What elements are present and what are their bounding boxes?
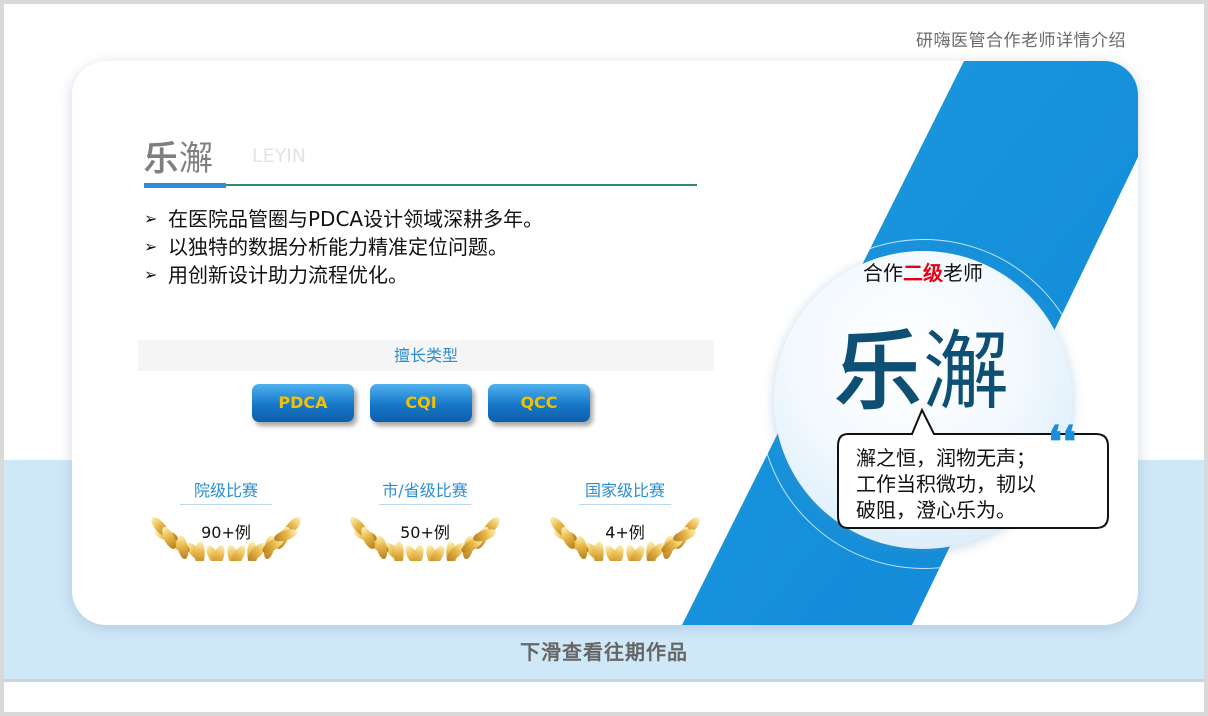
award-hospital-level: 院级比赛 90+例 <box>136 453 316 561</box>
slide: 研嗨医管合作老师详情介绍 乐澥 LEYIN ➢ 在医院品管圈与PDCA设计领域深耕… <box>4 4 1204 712</box>
teacher-level-highlight: 二级 <box>903 261 943 285</box>
laurel-leaf <box>194 541 205 561</box>
laurel-leaf <box>593 541 604 561</box>
award-count: 50+例 <box>400 523 450 542</box>
quote-line: 工作当积微功，韧以 <box>856 472 1036 496</box>
quote-speech-bubble: 澥之恒，润物无声； 工作当积微功，韧以 破阻，澄心乐为。 <box>837 407 1109 529</box>
award-national-level: 国家级比赛 4+例 <box>535 453 715 561</box>
skills-title-bar: 擅长类型 <box>138 340 714 371</box>
quote-mark-icon: ❛❛ <box>1048 417 1077 468</box>
laurel-leaf <box>393 541 404 561</box>
award-label: 院级比赛 <box>193 481 258 500</box>
page-header-title: 研嗨医管合作老师详情介绍 <box>916 31 1126 51</box>
quote-line: 破阻，澄心乐为。 <box>856 498 1016 522</box>
title-underline <box>144 184 697 186</box>
award-label: 市/省级比赛 <box>382 481 468 500</box>
award-count: 4+例 <box>605 523 645 542</box>
title-underline-accent <box>144 183 226 188</box>
teacher-name-heading: 乐澥 <box>144 131 214 180</box>
teacher-name-first: 乐 <box>144 139 179 179</box>
bullet-arrow-icon: ➢ <box>144 209 158 228</box>
award-divider <box>579 504 671 505</box>
intro-bullet: ➢ 用创新设计助力流程优化。 <box>144 263 408 287</box>
award-label: 国家级比赛 <box>584 481 665 500</box>
scroll-hint-text[interactable]: 下滑查看往期作品 <box>4 636 1204 665</box>
laurel-wreath-icon <box>151 516 301 561</box>
bottom-divider <box>4 679 1204 682</box>
laurel-wreath-icon <box>550 516 700 561</box>
teacher-name-english: LEYIN <box>252 145 307 167</box>
intro-bullet: ➢ 在医院品管圈与PDCA设计领域深耕多年。 <box>144 207 544 231</box>
quote-line: 澥之恒，润物无声； <box>856 446 1036 470</box>
bullet-arrow-icon: ➢ <box>144 237 158 256</box>
teacher-name-rest: 澥 <box>179 139 214 179</box>
award-city-province-level: 市/省级比赛 50+例 <box>335 453 515 561</box>
skill-button-pdca[interactable]: PDCA <box>252 384 354 422</box>
intro-bullet: ➢ 以独特的数据分析能力精准定位问题。 <box>144 235 508 259</box>
skill-button-qcc[interactable]: QCC <box>488 384 590 422</box>
award-divider <box>379 504 471 505</box>
laurel-wreath-icon <box>350 516 500 561</box>
teacher-level-label: 合作二级老师 <box>863 261 983 285</box>
award-count: 90+例 <box>201 523 251 542</box>
skill-button-cqi[interactable]: CQI <box>370 384 472 422</box>
intro-bullet-list: ➢ 在医院品管圈与PDCA设计领域深耕多年。 ➢ 以独特的数据分析能力精准定位问题。… <box>144 205 543 289</box>
teacher-card: 乐澥 LEYIN ➢ 在医院品管圈与PDCA设计领域深耕多年。 ➢ 以独特的数据分析… <box>72 61 1138 625</box>
award-divider <box>180 504 272 505</box>
bullet-arrow-icon: ➢ <box>144 265 158 284</box>
